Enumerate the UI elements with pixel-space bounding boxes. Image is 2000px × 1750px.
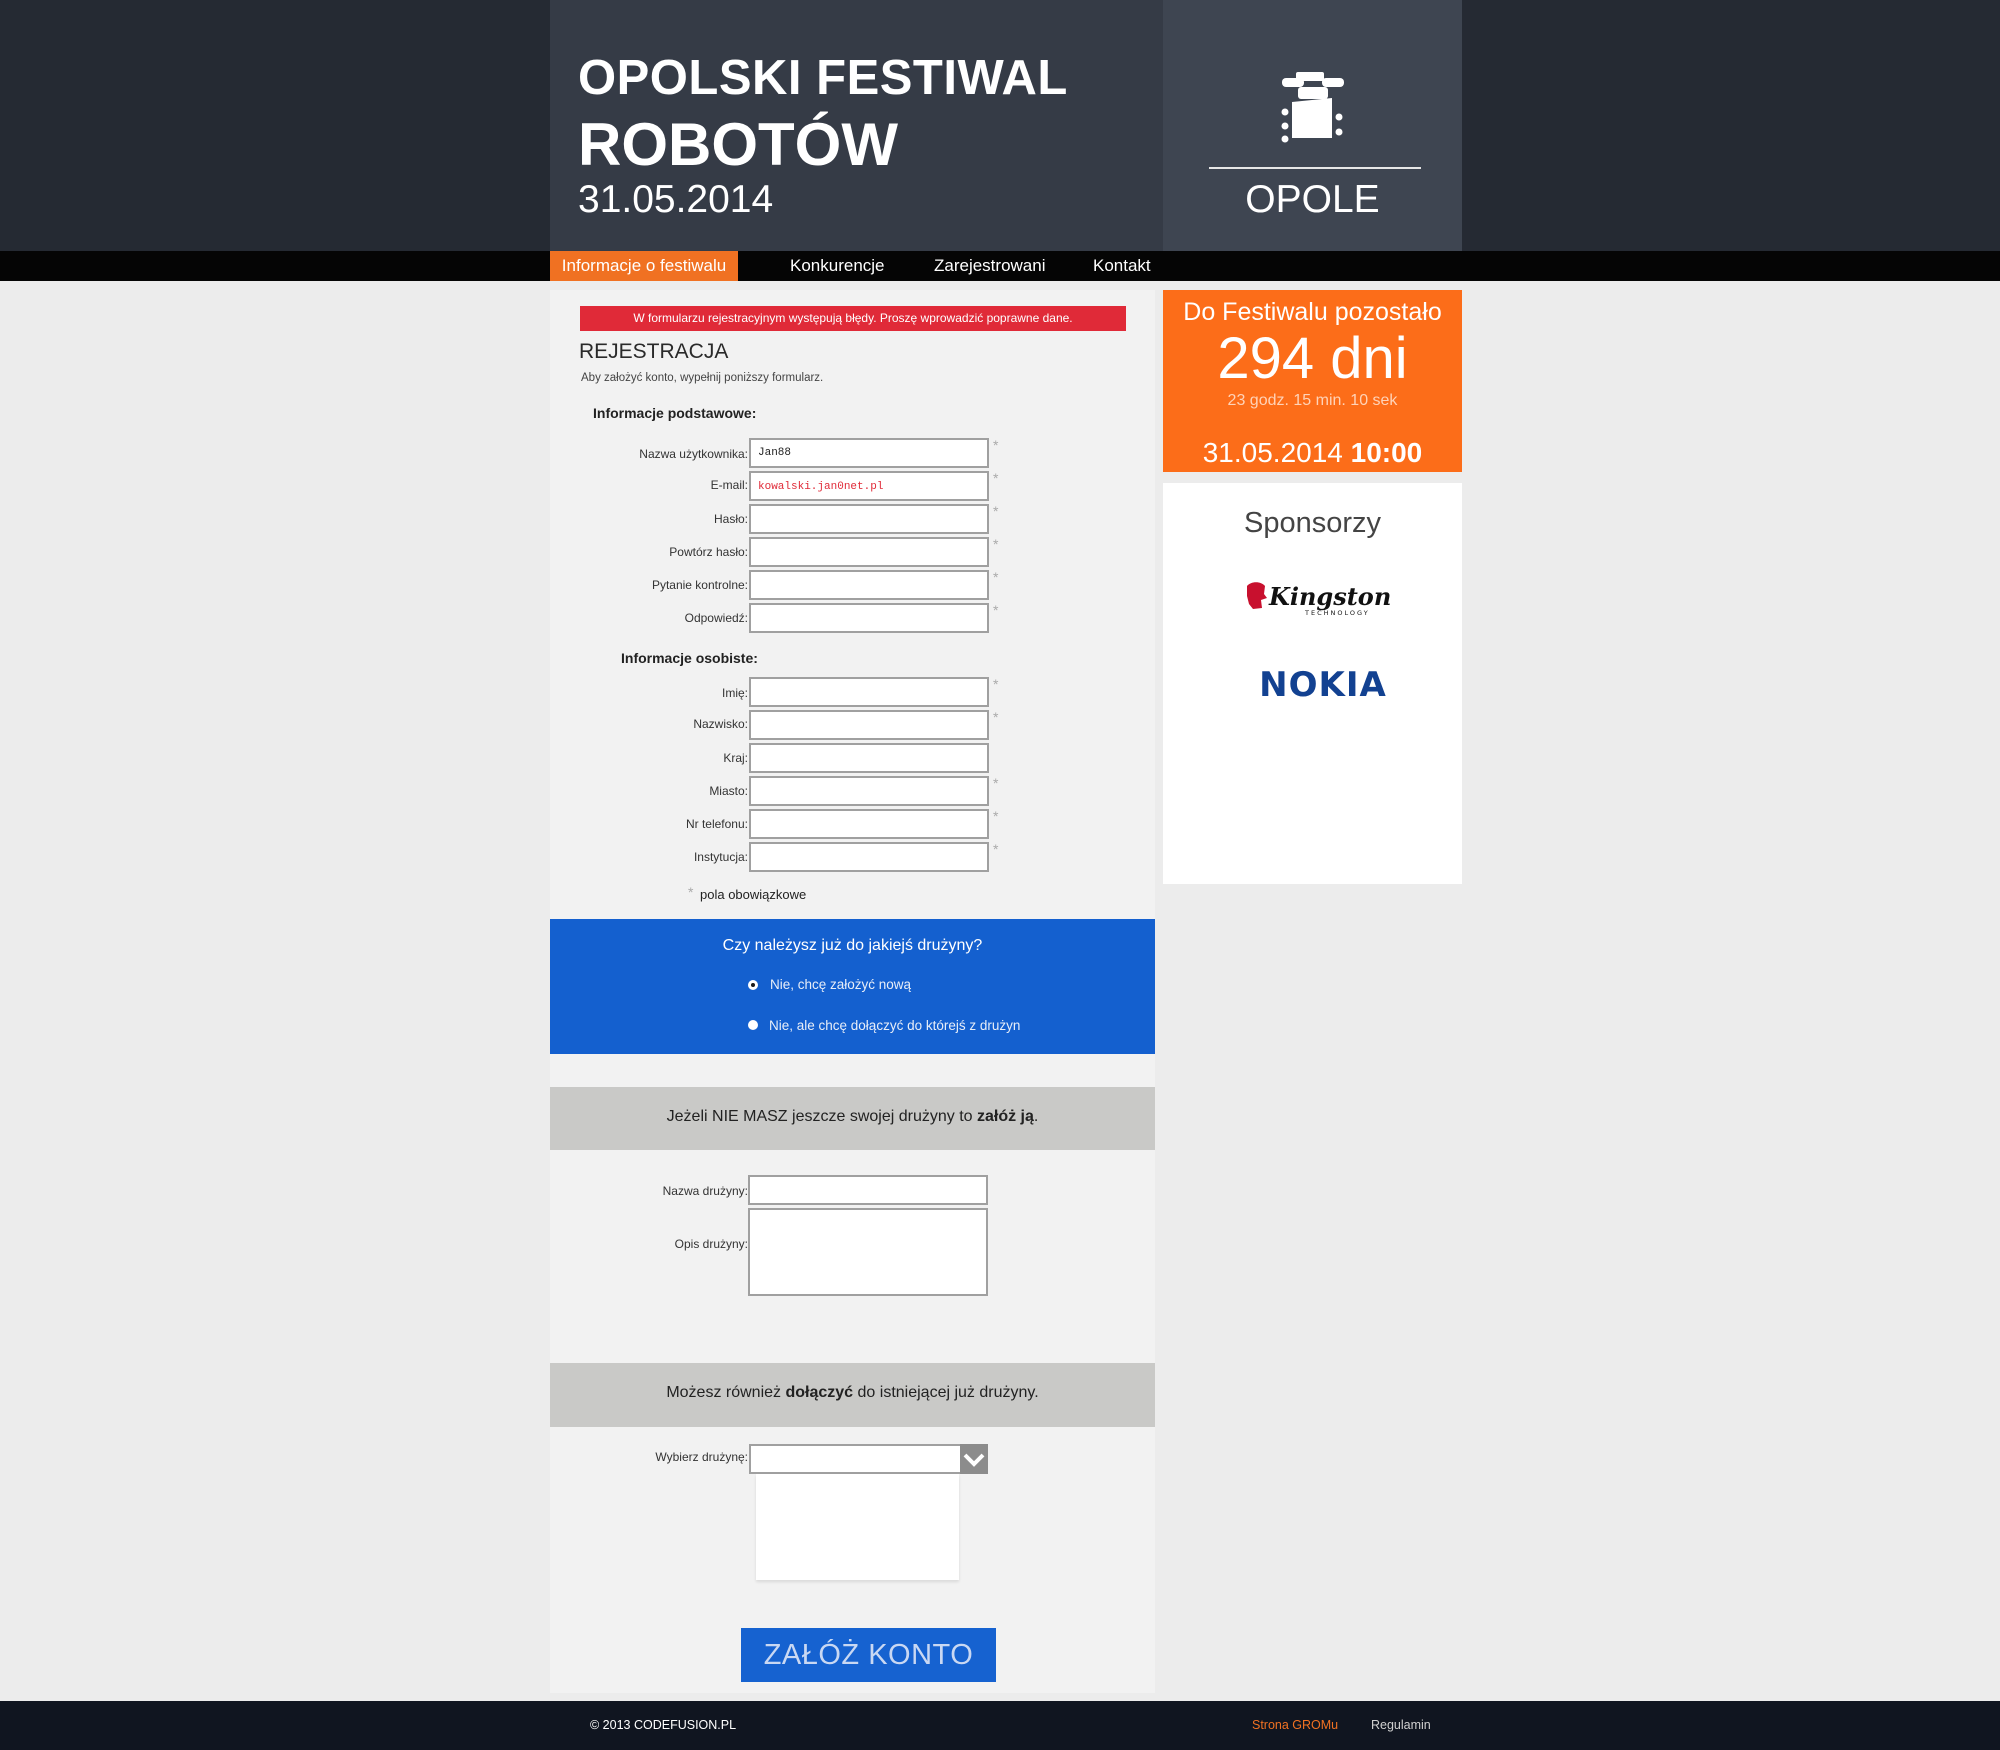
countdown-days: 294 dni [1217,326,1408,391]
answer-input[interactable] [749,603,989,633]
svg-text:TECHNOLOGY: TECHNOLOGY [1304,609,1370,617]
city-name: OPOLE [1245,178,1380,221]
select-team-label: Wybierz drużynę: [655,1450,748,1464]
create-team-text-end: . [1033,1108,1039,1125]
required-star: * [993,503,999,519]
answer-label: Odpowiedź: [684,611,748,625]
nav-item-festival-info[interactable]: Informacje o festiwalu [550,251,738,281]
phone-label: Nr telefonu: [685,817,748,831]
footer-link-grom[interactable]: Strona GROMu [1252,1718,1338,1732]
radio-join-team-label[interactable]: Nie, ale chcę dołączyć do którejś z druż… [769,1018,1020,1033]
username-label: Nazwa użytkownika: [639,447,748,461]
country-input[interactable] [749,743,989,773]
security-question-input[interactable] [749,570,989,600]
personal-info-heading: Informacje osobiste: [621,650,758,666]
footer-link-rules[interactable]: Regulamin [1371,1718,1431,1732]
last-name-label: Nazwisko: [693,717,748,731]
required-star: * [688,884,694,900]
required-star: * [993,709,999,725]
nav-item-registered[interactable]: Zarejestrowani [934,251,1046,281]
last-name-input[interactable] [749,710,989,740]
required-star: * [993,808,999,824]
institution-label: Instytucja: [693,850,748,864]
required-fields-note: pola obowiązkowe [700,887,807,902]
countdown-title: Do Festiwalu pozostało [1183,298,1442,326]
security-question-label: Pytanie kontrolne: [651,578,748,592]
registration-subtitle: Aby założyć konto, wypełnij poniższy for… [581,372,824,384]
footer [0,1701,2000,1750]
festival-date: 31.05.2014 [578,178,774,221]
svg-text:Kingston: Kingston [1268,582,1391,611]
team-name-label: Nazwa drużyny: [662,1184,748,1198]
sponsors-title: Sponsorzy [1243,507,1381,539]
basic-info-heading: Informacje podstawowe: [593,405,757,421]
footer-copyright: © 2013 CODEFUSION.PL [590,1718,737,1732]
join-team-text-start: Możesz również [666,1384,786,1401]
required-star: * [993,437,999,453]
create-account-button[interactable]: ZAŁÓŻ KONTO [741,1628,996,1682]
radio-join-team[interactable] [748,1020,758,1030]
city-label: Miasto: [709,784,748,798]
error-message: W formularzu rejestracyjnym występują bł… [580,306,1126,331]
chevron-down-icon [963,1453,985,1467]
phone-input[interactable] [749,809,989,839]
countdown-date-value: 31.05.2014 [1202,437,1343,468]
repeat-password-label: Powtórz hasło: [669,545,748,559]
required-star: * [993,676,999,692]
required-star: * [993,775,999,791]
city-divider [1209,167,1421,169]
country-label: Kraj: [723,751,748,765]
join-team-text: Możesz również dołączyć do istniejącej j… [550,1384,1155,1402]
email-value: kowalski.jan0net.pl [758,481,884,493]
username-value: Jan88 [758,447,792,459]
required-star: * [993,602,999,618]
svg-text:NOKIA: NOKIA [1259,666,1387,701]
team-description-textarea[interactable] [748,1208,988,1296]
repeat-password-input[interactable] [749,537,989,567]
radio-create-team-label[interactable]: Nie, chcę założyć nową [770,977,911,992]
create-team-text: Jeżeli NIE MASZ jeszcze swojej drużyny t… [550,1108,1155,1126]
required-star: * [993,470,999,486]
password-input[interactable] [749,504,989,534]
countdown-date: 31.05.2014 10:00 [1163,437,1462,469]
dropdown-list[interactable] [756,1474,959,1580]
team-name-input[interactable] [748,1175,988,1205]
countdown-hour: 10:00 [1350,437,1423,468]
required-star: * [993,536,999,552]
create-team-link: załóż ją [976,1108,1034,1125]
required-star: * [993,569,999,585]
create-team-text-start: Jeżeli NIE MASZ jeszcze swojej drużyny t… [666,1108,977,1125]
kingston-logo[interactable]: Kingston TECHNOLOGY [1245,578,1395,618]
nokia-logo[interactable]: NOKIA [1240,666,1406,701]
join-team-text-end: do istniejącej już drużyny. [853,1384,1039,1401]
city-input[interactable] [749,776,989,806]
nav-item-competitions[interactable]: Konkurencje [790,251,885,281]
first-name-label: Imię: [721,686,748,700]
radio-selected-dot [751,983,755,987]
registration-title: REJESTRACJA [579,340,729,363]
festival-title-line1: OPOLSKI FESTIWAL [578,51,1068,105]
festival-title-line2: ROBOTÓW [578,111,898,178]
select-team-dropdown[interactable] [749,1444,964,1474]
email-label: E-mail: [710,478,748,492]
dropdown-toggle[interactable] [960,1444,988,1474]
robot-icon [1281,72,1344,143]
join-team-link: dołączyć [785,1384,854,1401]
countdown-time: 23 godz. 15 min. 10 sek [1227,392,1398,409]
first-name-input[interactable] [749,677,989,707]
institution-input[interactable] [749,842,989,872]
team-description-label: Opis drużyny: [674,1237,748,1251]
team-question: Czy należysz już do jakiejś drużyny? [722,937,983,954]
password-label: Hasło: [713,512,748,526]
nav-item-contact[interactable]: Kontakt [1093,251,1151,281]
required-star: * [993,841,999,857]
